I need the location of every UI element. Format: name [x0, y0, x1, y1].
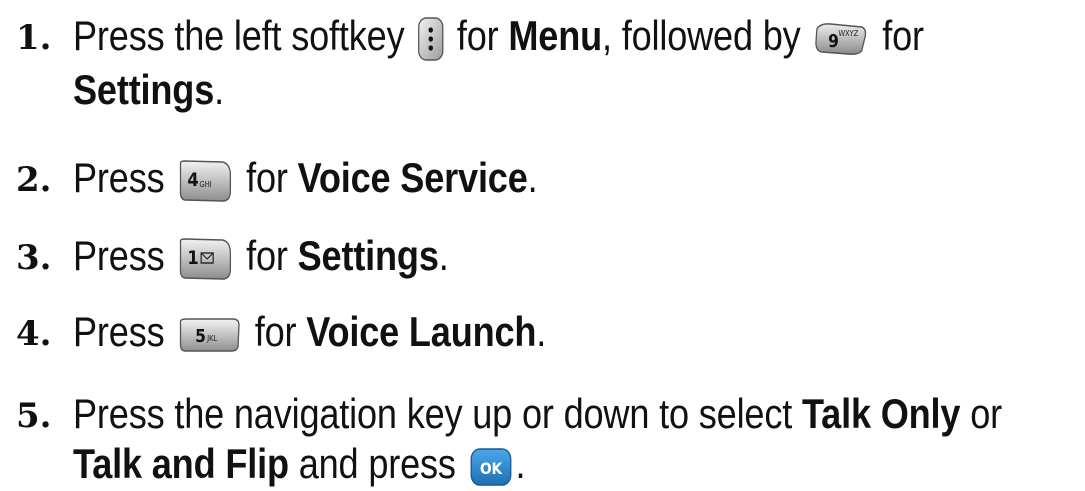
- ok-key-icon: OK: [469, 447, 512, 487]
- step-number: 1.: [16, 18, 52, 58]
- step-4: 4. Press 5 JKL for Voice Launch.: [0, 306, 1085, 362]
- key-9-wxyz-icon: 9 WXYZ: [814, 21, 869, 57]
- voice-service-term: Voice Service: [297, 154, 528, 201]
- settings-term: Settings: [297, 232, 439, 279]
- svg-text:OK: OK: [480, 459, 503, 478]
- menu-term: Menu: [508, 12, 603, 59]
- svg-text:GHI: GHI: [199, 179, 211, 189]
- instruction-document: 1. Press the left softkey for Menu, foll…: [0, 0, 1085, 491]
- svg-text:WXYZ: WXYZ: [839, 28, 859, 38]
- step-text-line: Settings.: [73, 66, 224, 113]
- step-text-line: Press 4 GHI for Voice Service.: [73, 154, 538, 203]
- step-text-line: Press 5 JKL for Voice Launch.: [73, 308, 547, 355]
- step-text-line: Press the navigation key up or down to s…: [73, 390, 1002, 437]
- step-number: 4.: [16, 314, 52, 354]
- step-3: 3. Press 1 for Settings.: [0, 230, 1085, 286]
- step-text-line: Press the left softkey for Menu, followe…: [73, 12, 924, 61]
- step-2: 2. Press 4 GHI for Voice Service.: [0, 152, 1085, 208]
- step-number: 2.: [16, 160, 52, 200]
- step-5: 5. Press the navigation key up or down t…: [0, 386, 1085, 491]
- left-softkey-icon: [417, 17, 444, 61]
- step-number: 3.: [16, 238, 52, 278]
- svg-text:JKL: JKL: [206, 333, 218, 343]
- settings-term: Settings: [73, 66, 215, 113]
- step-number: 5.: [16, 396, 52, 436]
- voice-launch-term: Voice Launch: [306, 308, 537, 355]
- talk-and-flip-term: Talk and Flip: [73, 440, 289, 487]
- step-text-line: Press 1 for Settings.: [73, 232, 449, 281]
- key-5-jkl-icon: 5 JKL: [178, 317, 242, 353]
- key-4-ghi-icon: 4 GHI: [178, 159, 233, 203]
- svg-text:4: 4: [187, 170, 198, 191]
- step-text-line: Talk and Flip and press OK.: [73, 440, 526, 487]
- step-1: 1. Press the left softkey for Menu, foll…: [0, 8, 1085, 118]
- svg-text:9: 9: [828, 30, 839, 51]
- key-1-voicemail-icon: 1: [178, 237, 233, 281]
- talk-only-term: Talk Only: [801, 390, 961, 437]
- svg-text:1: 1: [187, 248, 198, 269]
- svg-text:5: 5: [195, 325, 206, 346]
